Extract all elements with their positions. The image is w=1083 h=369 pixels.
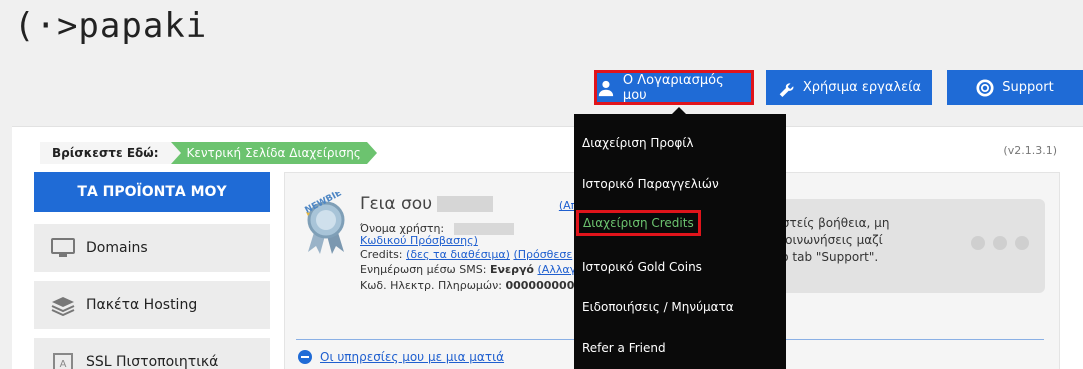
sidebar-item-label: Domains <box>86 240 148 256</box>
payment-code-label: Κωδ. Ηλεκτρ. Πληρωμών: <box>360 279 502 292</box>
useful-tools-label: Χρήσιμα εργαλεία <box>802 80 922 95</box>
wrench-icon <box>779 82 794 97</box>
redacted-name <box>437 196 494 212</box>
help-line-1: αστείς βοήθεια, μη <box>774 216 890 230</box>
menu-item-credits[interactable]: Διαχείριση Credits <box>576 210 701 236</box>
svg-text:A: A <box>60 359 67 369</box>
header: (·>papaki Ο Λογαριασμός μου Χρήσιμα εργα… <box>0 0 1083 118</box>
monitor-icon <box>51 238 75 257</box>
carousel-dot[interactable] <box>993 236 1007 250</box>
menu-item-refer-friend[interactable]: Refer a Friend <box>582 341 666 355</box>
user-icon <box>598 80 614 96</box>
payment-code-row: Κωδ. Ηλεκτρ. Πληρωμών: 00000000009 <box>360 279 590 292</box>
sidebar-item-label: Πακέτα Hosting <box>86 297 198 313</box>
credits-row: Credits: (δες τα διαθέσιμα) (Πρόσθεσε <box>360 248 572 261</box>
my-account-label: Ο Λογαριασμός μου <box>622 72 724 103</box>
services-at-a-glance-link[interactable]: Οι υπηρεσίες μου με μια ματιά <box>320 350 504 364</box>
sidebar-item-label: SSL Πιστοποιητικά <box>86 354 219 369</box>
carousel-dot[interactable] <box>1015 236 1029 250</box>
useful-tools-button[interactable]: Χρήσιμα εργαλεία <box>766 70 932 105</box>
menu-item-order-history[interactable]: Ιστορικό Παραγγελιών <box>582 177 719 191</box>
my-products-heading: ΤΑ ΠΡΟΪΟΝΤΑ ΜΟΥ <box>34 172 270 212</box>
change-password-link[interactable]: Κωδικού Πρόσβασης) <box>360 234 478 247</box>
menu-item-profile[interactable]: Διαχείριση Προφίλ <box>582 136 693 150</box>
sms-label: Ενημέρωση μέσω SMS: <box>360 263 487 276</box>
services-at-a-glance-toggle[interactable]: Οι υπηρεσίες μου με μια ματιά <box>298 350 504 364</box>
breadcrumb: Βρίσκεστε Εδώ: Κεντρική Σελίδα Διαχείρισ… <box>40 142 378 164</box>
help-line-3: το tab "Support". <box>774 250 879 264</box>
help-line-2: ικοινωνήσεις μαζί <box>774 233 883 247</box>
papaki-logo[interactable]: (·>papaki <box>14 6 207 46</box>
version-label: (v2.1.3.1) <box>1003 144 1057 157</box>
layers-icon <box>51 297 75 316</box>
newbie-badge-icon: NEWBIE <box>304 192 345 254</box>
account-dropdown-menu: Διαχείριση Προφίλ Ιστορικό Παραγγελιών Δ… <box>574 107 786 369</box>
support-label: Support <box>1002 80 1054 95</box>
menu-item-gold-coins[interactable]: Ιστορικό Gold Coins <box>582 260 702 274</box>
sms-row: Ενημέρωση μέσω SMS: Ενεργό (Αλλαγή <box>360 263 583 276</box>
breadcrumb-current[interactable]: Κεντρική Σελίδα Διαχείρισης <box>170 142 378 164</box>
sidebar-item-domains[interactable]: Domains <box>34 224 270 272</box>
sidebar-item-hosting[interactable]: Πακέτα Hosting <box>34 281 270 329</box>
support-button[interactable]: Support <box>947 70 1083 105</box>
greeting-text: Γεια σου <box>360 194 433 214</box>
carousel-dots[interactable] <box>971 236 1029 250</box>
my-account-button[interactable]: Ο Λογαριασμός μου <box>594 70 754 105</box>
view-credits-link[interactable]: (δες τα διαθέσιμα) <box>406 248 510 261</box>
add-credits-link[interactable]: (Πρόσθεσε <box>513 248 572 261</box>
lifebuoy-icon <box>976 78 994 97</box>
collapse-icon <box>298 350 312 364</box>
dropdown-caret <box>671 107 687 115</box>
menu-item-notifications[interactable]: Ειδοποιήσεις / Μηνύματα <box>582 300 734 314</box>
help-box: αστείς βοήθεια, μη ικοινωνήσεις μαζί το … <box>760 199 1045 293</box>
breadcrumb-label: Βρίσκεστε Εδώ: <box>40 142 171 164</box>
carousel-dot[interactable] <box>971 236 985 250</box>
sms-status: Ενεργό <box>489 263 534 276</box>
sidebar-item-ssl[interactable]: A SSL Πιστοποιητικά <box>34 338 270 369</box>
credits-label: Credits: <box>360 248 403 261</box>
ssl-icon: A <box>53 353 73 369</box>
password-row: Κωδικού Πρόσβασης) <box>360 234 478 247</box>
